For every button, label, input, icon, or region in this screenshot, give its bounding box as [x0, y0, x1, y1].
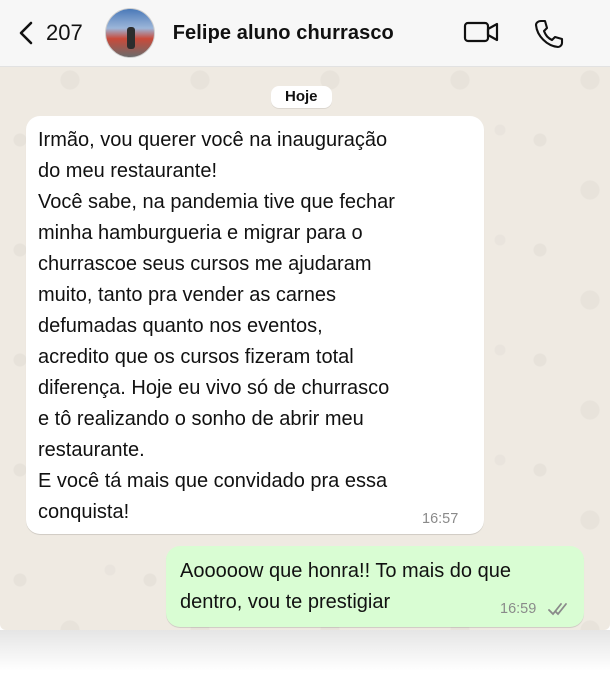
- video-call-icon[interactable]: [463, 18, 501, 46]
- outgoing-message[interactable]: Aooooow que honra!! To mais do que dentr…: [166, 546, 584, 627]
- avatar-figure: [126, 27, 135, 49]
- contact-name[interactable]: Felipe aluno churrasco: [173, 22, 394, 45]
- incoming-message[interactable]: Irmão, vou querer você na inauguração do…: [26, 116, 484, 534]
- date-divider: Hoje: [271, 86, 332, 108]
- double-check-icon: [548, 603, 567, 616]
- message-text: Irmão, vou querer você na inauguração do…: [38, 129, 395, 523]
- message-time: 16:59: [500, 601, 537, 617]
- chevron-left-icon: [19, 21, 33, 45]
- chat-window: 207 Felipe aluno churrasco Hoje Irmão, v…: [0, 0, 610, 630]
- phone-call-icon[interactable]: [533, 18, 565, 50]
- frame-shadow: [0, 630, 610, 689]
- back-button[interactable]: 207: [16, 20, 83, 46]
- avatar[interactable]: [104, 8, 155, 58]
- unread-count: 207: [46, 20, 83, 45]
- chat-header: 207 Felipe aluno churrasco: [0, 0, 610, 67]
- message-time: 16:57: [422, 511, 459, 527]
